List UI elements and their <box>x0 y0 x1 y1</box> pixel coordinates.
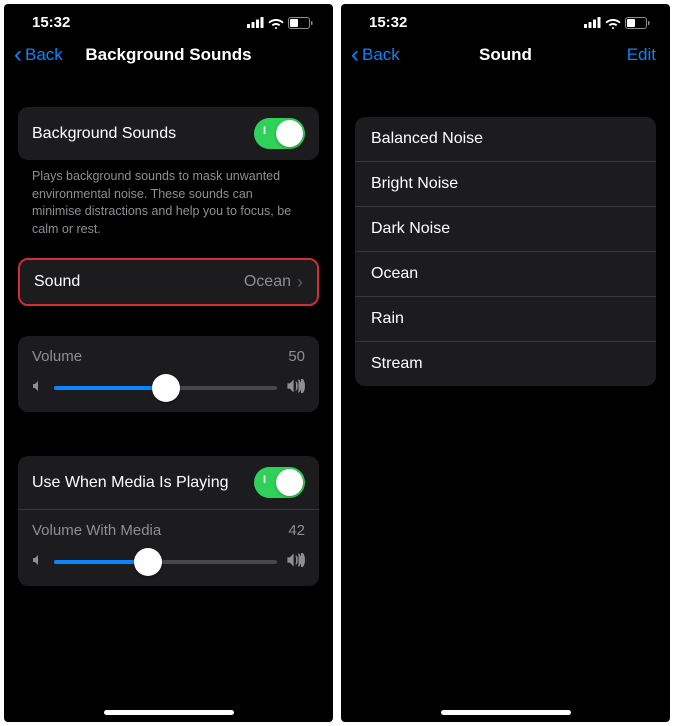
chevron-right-icon: › <box>297 272 303 293</box>
phone-left: 15:32 ‹ Back Background Sounds Backgroun… <box>4 4 333 722</box>
speaker-low-icon <box>32 379 44 396</box>
sound-section: Sound Ocean › <box>20 260 317 304</box>
back-button[interactable]: ‹ Back <box>14 43 63 67</box>
sound-row[interactable]: Sound Ocean › <box>20 260 317 304</box>
sound-option-bright-noise[interactable]: Bright Noise <box>355 162 656 207</box>
volume-value: 50 <box>288 348 305 365</box>
media-volume-label: Volume With Media <box>32 522 161 539</box>
media-toggle[interactable]: I <box>254 467 305 498</box>
status-icons <box>584 17 650 29</box>
media-volume-slider[interactable] <box>54 560 277 564</box>
chevron-left-icon: ‹ <box>351 43 359 67</box>
cellular-icon <box>247 17 264 28</box>
phone-right: 15:32 ‹ Back Sound Edit Balanced Noise B… <box>341 4 670 722</box>
nav-bar: ‹ Back Background Sounds <box>4 33 333 81</box>
home-indicator[interactable] <box>104 710 234 715</box>
edit-button[interactable]: Edit <box>627 45 656 65</box>
status-time: 15:32 <box>32 14 70 31</box>
home-indicator[interactable] <box>441 710 571 715</box>
bg-sounds-toggle[interactable]: I <box>254 118 305 149</box>
toggle-on-indicator: I <box>263 125 266 137</box>
media-toggle-row[interactable]: Use When Media Is Playing I <box>18 456 319 510</box>
status-icons <box>247 17 313 29</box>
sound-option-ocean[interactable]: Ocean <box>355 252 656 297</box>
media-toggle-label: Use When Media Is Playing <box>32 474 229 492</box>
status-bar: 15:32 <box>341 4 670 33</box>
media-section: Use When Media Is Playing I Volume With … <box>18 456 319 586</box>
slider-knob <box>152 374 180 402</box>
sound-row-highlight: Sound Ocean › <box>18 258 319 306</box>
status-time: 15:32 <box>369 14 407 31</box>
back-button[interactable]: ‹ Back <box>351 43 400 67</box>
back-label: Back <box>25 45 63 65</box>
nav-bar: ‹ Back Sound Edit <box>341 33 670 81</box>
cellular-icon <box>584 17 601 28</box>
speaker-high-icon <box>287 553 305 570</box>
wifi-icon <box>605 17 621 29</box>
sound-option-balanced-noise[interactable]: Balanced Noise <box>355 117 656 162</box>
speaker-high-icon <box>287 379 305 396</box>
speaker-low-icon <box>32 553 44 570</box>
bg-sounds-footer: Plays background sounds to mask unwanted… <box>18 160 319 238</box>
wifi-icon <box>268 17 284 29</box>
slider-knob <box>134 548 162 576</box>
status-bar: 15:32 <box>4 4 333 33</box>
bg-sounds-section: Background Sounds I <box>18 107 319 160</box>
sound-value: Ocean <box>244 273 291 291</box>
volume-slider[interactable] <box>54 386 277 390</box>
sound-list: Balanced Noise Bright Noise Dark Noise O… <box>355 117 656 386</box>
bg-sounds-row[interactable]: Background Sounds I <box>18 107 319 160</box>
chevron-left-icon: ‹ <box>14 43 22 67</box>
sound-label: Sound <box>34 273 80 291</box>
sound-option-dark-noise[interactable]: Dark Noise <box>355 207 656 252</box>
battery-icon <box>288 17 313 29</box>
toggle-on-indicator: I <box>263 474 266 486</box>
toggle-knob <box>276 120 303 147</box>
media-volume-value: 42 <box>288 522 305 539</box>
back-label: Back <box>362 45 400 65</box>
sound-value-wrap: Ocean › <box>244 272 303 293</box>
bg-sounds-label: Background Sounds <box>32 125 176 143</box>
toggle-knob <box>276 469 303 496</box>
volume-label: Volume <box>32 348 82 365</box>
volume-section: Volume 50 <box>18 336 319 412</box>
sound-option-stream[interactable]: Stream <box>355 342 656 386</box>
sound-option-rain[interactable]: Rain <box>355 297 656 342</box>
battery-icon <box>625 17 650 29</box>
